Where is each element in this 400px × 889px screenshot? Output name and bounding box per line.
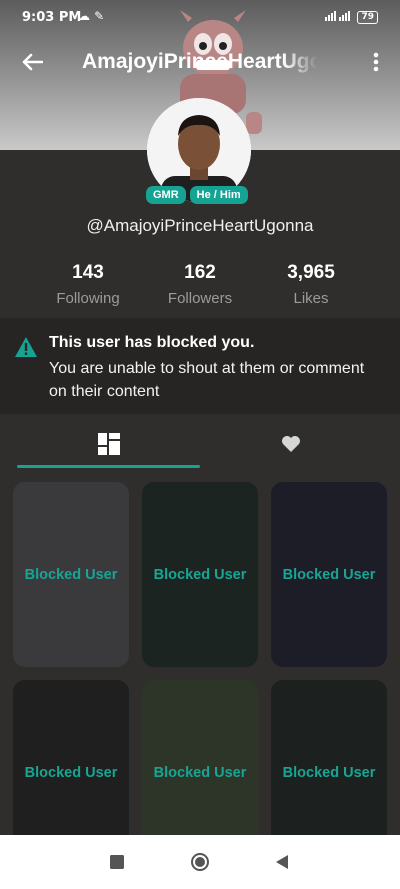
stat-likes: 3,965 Likes xyxy=(256,262,366,307)
notification-icons: ☁ ✎ xyxy=(78,9,105,23)
back-button[interactable] xyxy=(18,48,46,76)
more-vertical-icon xyxy=(373,52,379,72)
active-tab-indicator xyxy=(17,465,200,468)
heart-icon xyxy=(282,436,300,452)
warning-icon xyxy=(15,337,37,357)
nav-back-button[interactable] xyxy=(262,835,302,889)
grid-icon xyxy=(98,433,120,455)
blocked-tile-label: Blocked User xyxy=(282,566,376,583)
blocked-message: You are unable to shout at them or comme… xyxy=(49,360,365,400)
battery-icon: 79 xyxy=(357,10,378,24)
stat-following-value: 143 xyxy=(72,262,104,283)
stat-followers-value: 162 xyxy=(184,262,216,283)
blocked-tile[interactable]: Blocked User xyxy=(13,482,129,667)
home-icon xyxy=(191,853,209,871)
more-options-button[interactable] xyxy=(368,48,384,76)
back-triangle-icon xyxy=(276,855,288,869)
profile-badges: GMR He / Him xyxy=(146,186,248,204)
stat-likes-value: 3,965 xyxy=(287,262,335,283)
blocked-tile[interactable]: Blocked User xyxy=(271,482,387,667)
blocked-heading: This user has blocked you. xyxy=(49,334,255,351)
blocked-tile-label: Blocked User xyxy=(24,566,118,583)
blocked-tile-label: Blocked User xyxy=(282,764,376,781)
blocked-tile-label: Blocked User xyxy=(153,566,247,583)
stat-likes-label: Likes xyxy=(293,290,329,307)
content-tabs xyxy=(0,420,400,470)
blocked-notice: This user has blocked you. You are unabl… xyxy=(0,318,400,414)
recents-button[interactable] xyxy=(97,835,137,889)
stat-followers[interactable]: 162 Followers xyxy=(145,262,255,307)
status-time: 9:03 PM xyxy=(22,10,82,25)
stat-following-label: Following xyxy=(56,290,120,307)
status-right-icons: 79 xyxy=(325,9,378,25)
blocked-tile-label: Blocked User xyxy=(24,764,118,781)
blocked-tile-label: Blocked User xyxy=(153,764,247,781)
badge-gmr: GMR xyxy=(146,186,186,204)
tab-liked[interactable] xyxy=(191,420,391,468)
home-button[interactable] xyxy=(180,835,220,889)
system-nav-bar xyxy=(0,835,400,889)
blocked-tile[interactable]: Blocked User xyxy=(142,482,258,667)
user-handle: @AmajoyiPrinceHeartUgonna xyxy=(86,216,314,235)
badge-pronouns: He / Him xyxy=(189,186,248,204)
tab-posts[interactable] xyxy=(9,420,209,468)
stat-followers-label: Followers xyxy=(167,290,233,307)
signal-icon xyxy=(325,9,351,25)
arrow-left-icon xyxy=(22,53,43,71)
stat-following[interactable]: 143 Following xyxy=(33,262,143,307)
recents-icon xyxy=(110,855,124,869)
page-title: AmajoyiPrinceHeartUgonna xyxy=(82,50,318,73)
